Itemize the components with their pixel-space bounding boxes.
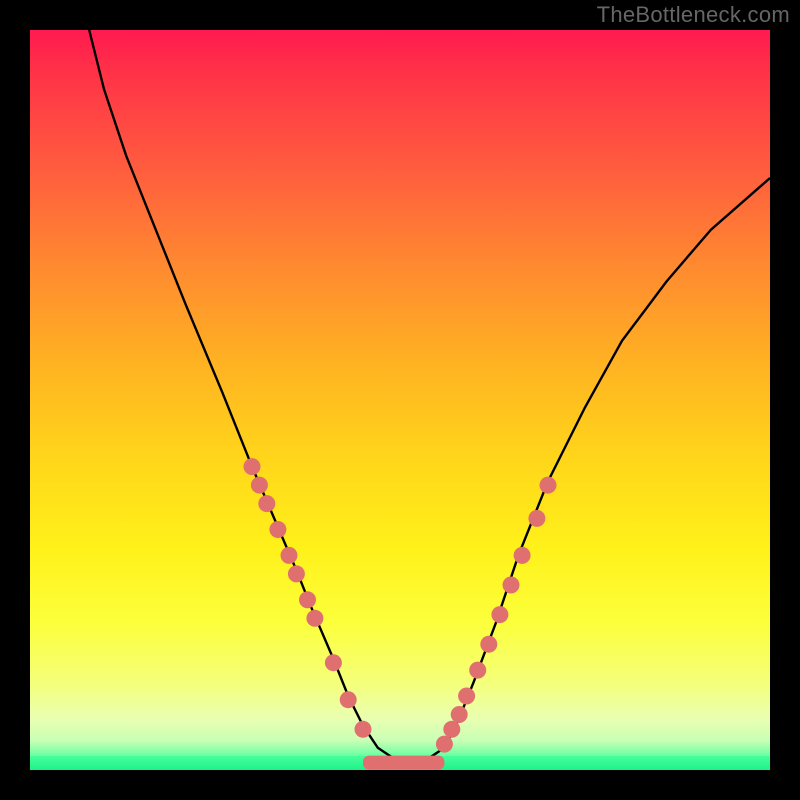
marker-dot <box>436 736 453 753</box>
marker-dot <box>269 521 286 538</box>
marker-dot <box>288 565 305 582</box>
marker-dot <box>528 510 545 527</box>
chart-svg <box>30 30 770 770</box>
bottom-flat-bar <box>363 756 444 770</box>
marker-dot <box>469 662 486 679</box>
marker-dot <box>244 458 261 475</box>
marker-dot <box>491 606 508 623</box>
marker-dot <box>299 591 316 608</box>
marker-dot <box>325 654 342 671</box>
plot-area <box>30 30 770 770</box>
marker-dot <box>355 721 372 738</box>
marker-dot <box>281 547 298 564</box>
marker-dot <box>458 688 475 705</box>
marker-dot <box>443 721 460 738</box>
marker-dot <box>306 610 323 627</box>
marker-dot <box>251 477 268 494</box>
chart-frame: TheBottleneck.com <box>0 0 800 800</box>
marker-dot <box>451 706 468 723</box>
left-marker-cluster <box>244 458 372 738</box>
watermark-text: TheBottleneck.com <box>597 2 790 28</box>
marker-dot <box>258 495 275 512</box>
marker-dot <box>480 636 497 653</box>
marker-dot <box>514 547 531 564</box>
right-marker-cluster <box>436 477 557 753</box>
marker-dot <box>340 691 357 708</box>
marker-dot <box>503 577 520 594</box>
bottleneck-curve-path <box>89 30 770 763</box>
marker-dot <box>540 477 557 494</box>
